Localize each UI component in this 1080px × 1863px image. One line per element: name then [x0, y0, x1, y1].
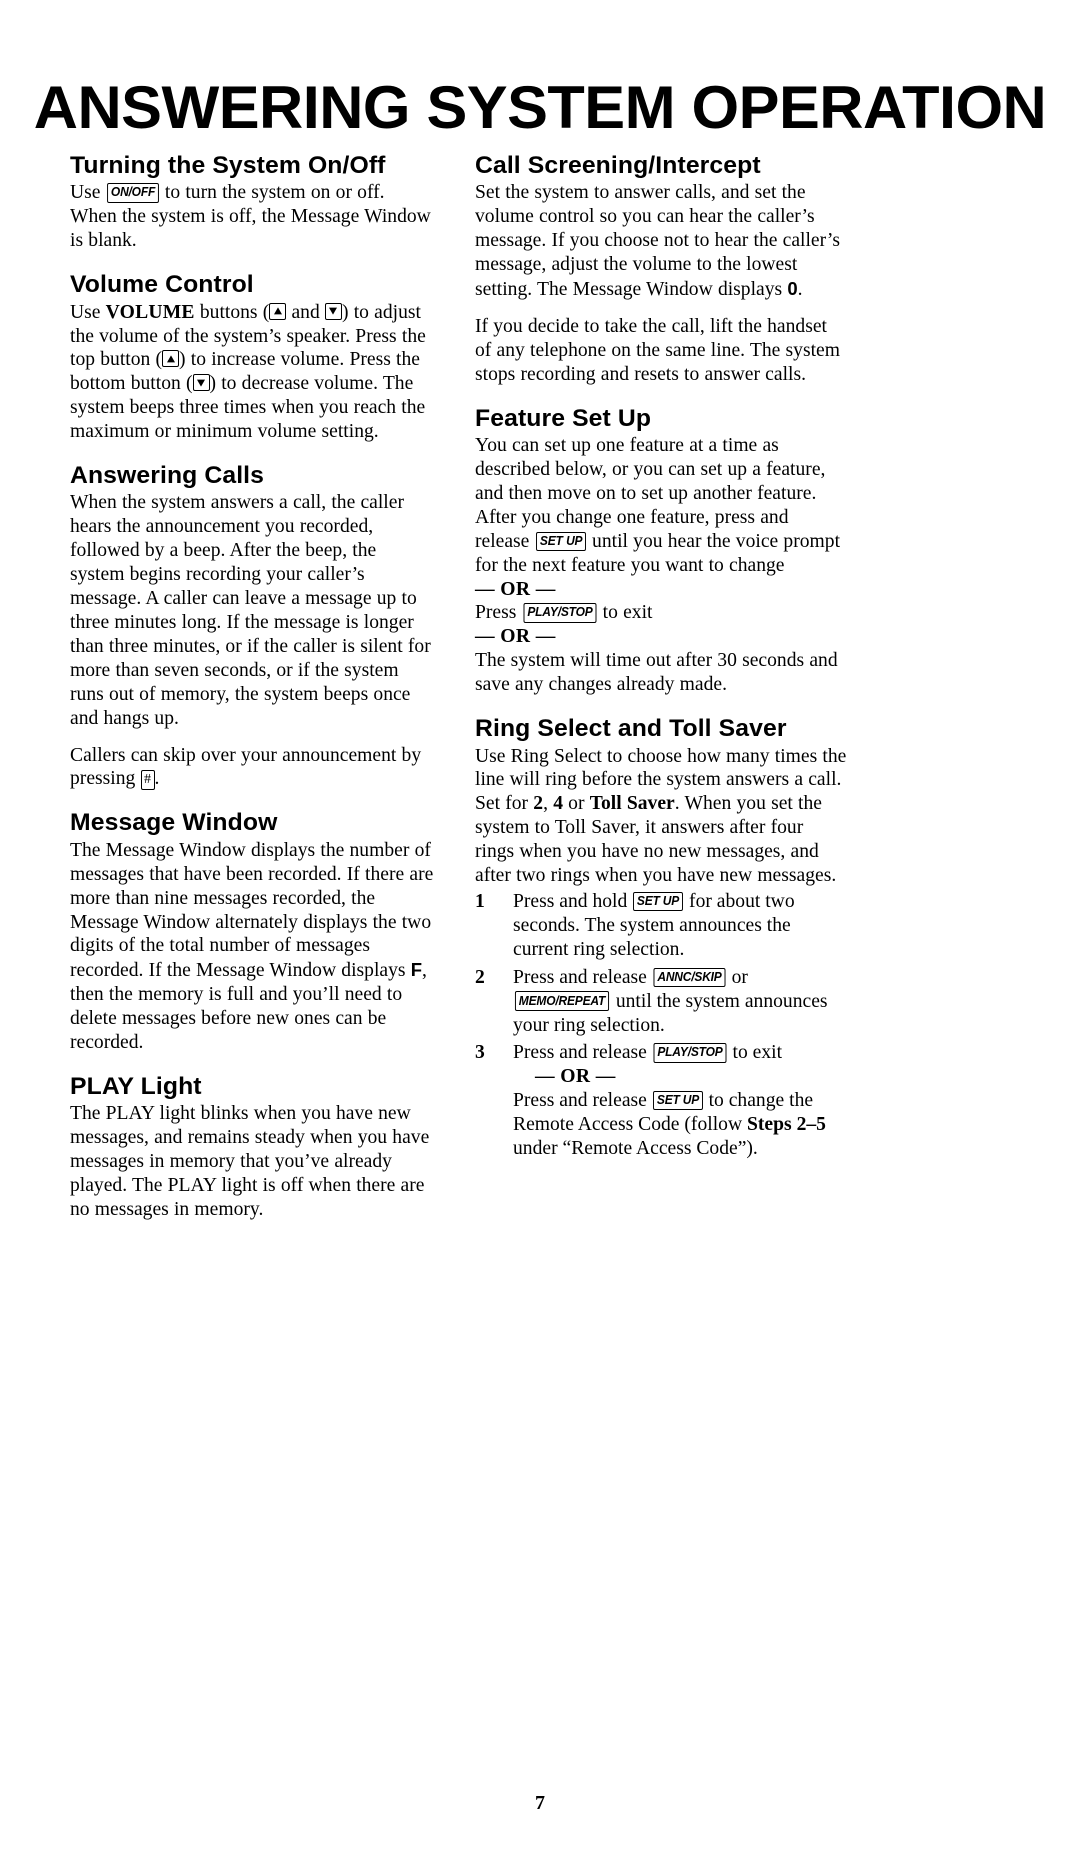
heading-ring-select-toll-saver: Ring Select and Toll Saver — [475, 715, 787, 743]
text-run: Press and hold — [513, 890, 633, 912]
volume-down-icon[interactable] — [192, 374, 210, 392]
key-play-stop[interactable]: PLAY/STOP — [653, 1043, 727, 1063]
or-separator-1: — OR — — [475, 578, 556, 600]
right-column: Call Screening/Intercept Set the system … — [475, 152, 847, 1222]
key-memo-repeat[interactable]: MEMO/REPEAT — [514, 991, 609, 1011]
key-pound[interactable]: # — [140, 770, 155, 791]
section-call-screening-intercept: Call Screening/Intercept Set the system … — [475, 152, 847, 387]
list-item: 1 Press and hold SET UP for about two sec… — [475, 890, 847, 962]
page-number: 7 — [535, 1792, 545, 1814]
label-volume: VOLUME — [105, 301, 195, 323]
paragraph-volume-control: Use VOLUME buttons ( and ) to adjust the… — [70, 301, 435, 444]
text-run: to exit — [727, 1042, 783, 1064]
text-run: Use — [70, 182, 106, 204]
key-annc-skip[interactable]: ANNC/SKIP — [653, 967, 726, 987]
section-feature-set-up: Feature Set Up You can set up one featur… — [475, 405, 847, 697]
step-number: 3 — [475, 1042, 485, 1064]
paragraph-answering-calls-1: When the system answers a call, the call… — [70, 492, 431, 729]
text-run: . — [154, 768, 160, 790]
paragraph-ring-select: Use Ring Select to choose how many times… — [475, 745, 847, 888]
text-run: . — [797, 279, 803, 301]
display-char-zero: 0 — [787, 278, 798, 300]
bold-steps-range: 2–5 — [796, 1114, 826, 1136]
text-run: under “Remote Access Code”). — [513, 1138, 758, 1160]
text-run: and — [286, 301, 325, 323]
option-2: 2 — [533, 793, 544, 815]
section-turning-system-on-off: Turning the System On/Off Use ON/OFF to … — [70, 152, 435, 253]
volume-up-icon[interactable] — [162, 350, 180, 368]
or-separator-2: — OR — — [475, 626, 556, 648]
paragraph-play-light: The PLAY light blinks when you have new … — [70, 1103, 430, 1220]
text-run: Set the system to answer calls, and set … — [475, 182, 840, 301]
ring-select-steps: 1 Press and hold SET UP for about two sec… — [475, 890, 847, 1161]
text-run: buttons ( — [194, 301, 270, 323]
heading-message-window: Message Window — [70, 809, 278, 837]
text-run: Callers can skip over your announcement … — [70, 744, 422, 790]
manual-page: ANSWERING SYSTEM OPERATION Turning the S… — [0, 0, 1080, 1863]
heading-call-screening-intercept: Call Screening/Intercept — [475, 152, 761, 179]
text-run: The Message Window displays the number o… — [70, 839, 434, 982]
paragraph-feature-set-up-3: The system will time out after 30 second… — [475, 650, 838, 696]
section-answering-calls: Answering Calls When the system answers … — [70, 462, 435, 791]
page-title: ANSWERING SYSTEM OPERATION — [33, 74, 1047, 142]
section-ring-select-toll-saver: Ring Select and Toll Saver Use Ring Sele… — [475, 715, 847, 1161]
key-set-up[interactable]: SET UP — [633, 891, 684, 912]
heading-turning-system-on-off: Turning the System On/Off — [70, 152, 386, 179]
text-run: , — [543, 793, 554, 815]
key-on-off[interactable]: ON/OFF — [106, 183, 159, 203]
two-column-body: Turning the System On/Off Use ON/OFF to … — [70, 152, 1010, 1222]
text-run: or — [726, 966, 748, 988]
section-play-light: PLAY Light The PLAY light blinks when yo… — [70, 1073, 435, 1222]
text-run: Use — [70, 301, 106, 323]
text-run: to exit — [597, 602, 653, 624]
paragraph-answering-calls-2: Callers can skip over your announcement … — [70, 744, 435, 792]
paragraph-turning-on-off: Use ON/OFF to turn the system on or off.… — [70, 181, 435, 253]
step-number: 2 — [475, 966, 485, 988]
heading-answering-calls: Answering Calls — [70, 462, 265, 490]
paragraph-feature-set-up-1: You can set up one feature at a time as … — [475, 434, 847, 577]
section-message-window: Message Window The Message Window displa… — [70, 809, 435, 1055]
heading-play-light: PLAY Light — [70, 1072, 202, 1100]
text-run: Press — [475, 602, 522, 624]
display-char-f: F — [410, 959, 423, 981]
key-set-up[interactable]: SET UP — [535, 531, 586, 551]
option-4: 4 — [553, 793, 563, 815]
volume-up-icon[interactable] — [269, 302, 287, 320]
step-number: 1 — [475, 890, 485, 912]
left-column: Turning the System On/Off Use ON/OFF to … — [70, 152, 435, 1222]
list-item: 2 Press and release ANNC/SKIP or MEMO/REP… — [475, 966, 847, 1038]
text-run: Press and release — [513, 966, 652, 988]
heading-feature-set-up: Feature Set Up — [475, 404, 652, 432]
paragraph-call-screening-1: Set the system to answer calls, and set … — [475, 181, 847, 302]
section-volume-control: Volume Control Use VOLUME buttons ( and … — [70, 271, 435, 444]
text-run: or — [562, 793, 590, 815]
paragraph-call-screening-2: If you decide to take the call, lift the… — [475, 315, 840, 385]
option-toll-saver: Toll Saver — [589, 793, 675, 815]
list-item: 3 Press and release PLAY/STOP to exit — O… — [475, 1041, 847, 1161]
key-set-up[interactable]: SET UP — [652, 1091, 703, 1111]
key-play-stop[interactable]: PLAY/STOP — [523, 603, 596, 623]
or-separator-3: — OR — — [535, 1066, 616, 1088]
text-run: Press and release — [513, 1042, 652, 1064]
paragraph-message-window: The Message Window displays the number o… — [70, 839, 435, 1055]
heading-volume-control: Volume Control — [70, 271, 254, 299]
bold-steps-label: Steps — [747, 1114, 792, 1136]
paragraph-feature-set-up-2: Press PLAY/STOP to exit — [475, 601, 847, 625]
text-run: Press and release — [513, 1090, 652, 1112]
volume-down-icon[interactable] — [324, 302, 342, 320]
